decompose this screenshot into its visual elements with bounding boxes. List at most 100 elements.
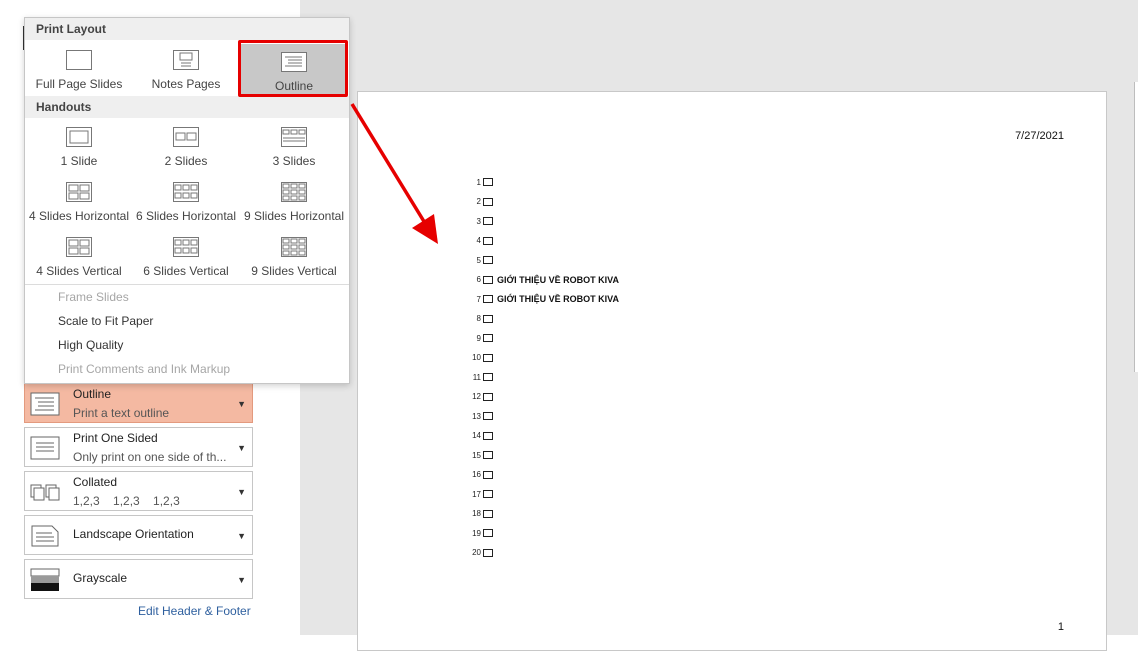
one-sided-icon — [30, 436, 60, 460]
outline-row-number: 7 — [476, 294, 481, 304]
orientation-dropdown[interactable]: Landscape Orientation ▼ — [24, 515, 253, 555]
handout-6-horizontal[interactable]: 6 Slides Horizontal — [133, 174, 239, 226]
outline-row-number: 5 — [476, 255, 481, 265]
setting-title: Landscape Orientation — [73, 527, 194, 541]
full-page-slides-option[interactable]: Full Page Slides — [26, 42, 132, 94]
frame-slides-option[interactable]: Frame Slides — [58, 290, 129, 304]
handout-9-horizontal[interactable]: 9 Slides Horizontal — [241, 174, 347, 226]
outline-row-number: 20 — [472, 548, 481, 557]
outline-row-number: 13 — [472, 411, 481, 421]
tile-label: 6 Slides Horizontal — [135, 209, 237, 223]
tile-label: 9 Slides Horizontal — [243, 209, 345, 223]
setting-desc: Only print on one side of th... — [73, 450, 227, 464]
slide-box-icon — [483, 178, 493, 186]
outline-row-number: 16 — [472, 470, 481, 479]
outline-row: 4 — [466, 234, 497, 248]
outline-row-number: 11 — [472, 372, 481, 382]
nine-slides-vertical-icon — [281, 237, 307, 257]
page-number: 1 — [1057, 621, 1064, 633]
slide-box-icon — [483, 470, 493, 479]
outline-row: 15 — [466, 448, 497, 462]
outline-row: 13 — [466, 409, 497, 423]
scale-to-fit-option[interactable]: Scale to Fit Paper — [58, 314, 153, 328]
collation-dropdown[interactable]: Collated 1,2,3 1,2,3 1,2,3 ▼ — [24, 471, 253, 511]
setting-title: Print One Sided — [73, 431, 158, 445]
outline-row: 3 — [466, 214, 497, 228]
chevron-down-icon: ▼ — [237, 531, 246, 541]
six-slides-vertical-icon — [173, 237, 199, 257]
slide-box-icon — [483, 451, 493, 459]
edit-header-footer-link[interactable]: Edit Header & Footer — [138, 604, 251, 618]
outline-row: 18 — [466, 507, 497, 521]
high-quality-option[interactable]: High Quality — [58, 338, 123, 352]
three-slides-handout-icon — [281, 127, 307, 147]
print-layout-heading: Print Layout — [25, 18, 349, 40]
outline-row: 2 — [466, 195, 497, 209]
tile-label: 4 Slides Vertical — [36, 264, 122, 278]
slide-box-icon — [483, 353, 493, 362]
outline-row-number: 10 — [472, 353, 481, 362]
slide-box-icon — [483, 197, 493, 206]
slide-box-icon — [483, 412, 493, 420]
four-slides-vertical-icon — [66, 237, 92, 257]
highlight-frame — [238, 40, 348, 97]
tile-label: 1 Slide — [60, 154, 98, 168]
tile-label: 2 Slides — [164, 154, 208, 168]
slide-box-icon — [483, 314, 493, 323]
slide-box-icon — [483, 490, 493, 498]
scrollbar[interactable] — [1134, 82, 1138, 372]
menu-divider — [25, 284, 349, 285]
outline-row: 1 — [466, 175, 497, 189]
slide-box-icon — [483, 373, 493, 381]
color-dropdown[interactable]: Grayscale ▼ — [24, 559, 253, 599]
nine-slides-horizontal-icon — [281, 182, 307, 202]
outline-row: 7 GIỚI THIỆU VỀ ROBOT KIVA — [466, 292, 619, 306]
handout-4-vertical[interactable]: 4 Slides Vertical — [26, 229, 132, 281]
two-slides-handout-icon — [173, 127, 199, 147]
outline-row-number: 14 — [472, 431, 481, 440]
outline-row: 17 — [466, 487, 497, 501]
slide-box-icon — [483, 509, 493, 518]
handout-2-slides[interactable]: 2 Slides — [133, 119, 239, 171]
four-slides-horizontal-icon — [66, 182, 92, 202]
tile-label: 3 Slides — [272, 154, 316, 168]
preview-page: 7/27/2021 1 2 3 4 5 6 GIỚI THIỆU VỀ ROBOT KIVA… — [357, 91, 1107, 651]
setting-title: Outline — [73, 387, 112, 401]
outline-row-number: 18 — [472, 509, 481, 518]
outline-row-number: 15 — [472, 450, 481, 460]
handout-9-vertical[interactable]: 9 Slides Vertical — [241, 229, 347, 281]
tile-label: 4 Slides Horizontal — [28, 209, 130, 223]
print-layout-dropdown[interactable]: Outline Print a text outline ▼ — [24, 383, 253, 423]
chevron-down-icon: ▼ — [237, 443, 246, 453]
notes-pages-option[interactable]: Notes Pages — [133, 42, 239, 94]
print-comments-option[interactable]: Print Comments and Ink Markup — [58, 362, 230, 376]
outline-row: 12 — [466, 390, 497, 404]
one-slide-handout-icon — [66, 127, 92, 147]
outline-row: 14 — [466, 429, 497, 443]
outline-row: 8 — [466, 312, 497, 326]
sides-dropdown[interactable]: Print One Sided Only print on one side o… — [24, 427, 253, 467]
outline-row-number: 19 — [472, 528, 481, 538]
setting-title: Grayscale — [73, 571, 128, 585]
handout-1-slide[interactable]: 1 Slide — [26, 119, 132, 171]
chevron-down-icon: ▼ — [237, 487, 246, 497]
outline-row-text: GIỚI THIỆU VỀ ROBOT KIVA — [497, 274, 620, 285]
tile-label: 6 Slides Vertical — [143, 264, 229, 278]
notes-pages-icon — [173, 50, 199, 70]
slide-box-icon — [483, 529, 493, 537]
tile-label: 9 Slides Vertical — [251, 264, 337, 278]
tile-label: Full Page Slides — [35, 77, 123, 91]
collated-icon — [30, 484, 60, 501]
outline-row: 5 — [466, 253, 497, 267]
setting-title: Collated — [73, 475, 118, 489]
handout-4-horizontal[interactable]: 4 Slides Horizontal — [26, 174, 132, 226]
outline-row-text: GIỚI THIỆU VỀ ROBOT KIVA — [497, 294, 620, 304]
outline-row-number: 12 — [472, 392, 481, 401]
outline-row-number: 17 — [472, 489, 481, 499]
handout-3-slides[interactable]: 3 Slides — [241, 119, 347, 171]
slide-box-icon — [483, 256, 493, 264]
slide-box-icon — [483, 236, 493, 245]
handout-6-vertical[interactable]: 6 Slides Vertical — [133, 229, 239, 281]
outline-row-number: 8 — [476, 314, 481, 323]
outline-row: 9 — [466, 331, 497, 345]
